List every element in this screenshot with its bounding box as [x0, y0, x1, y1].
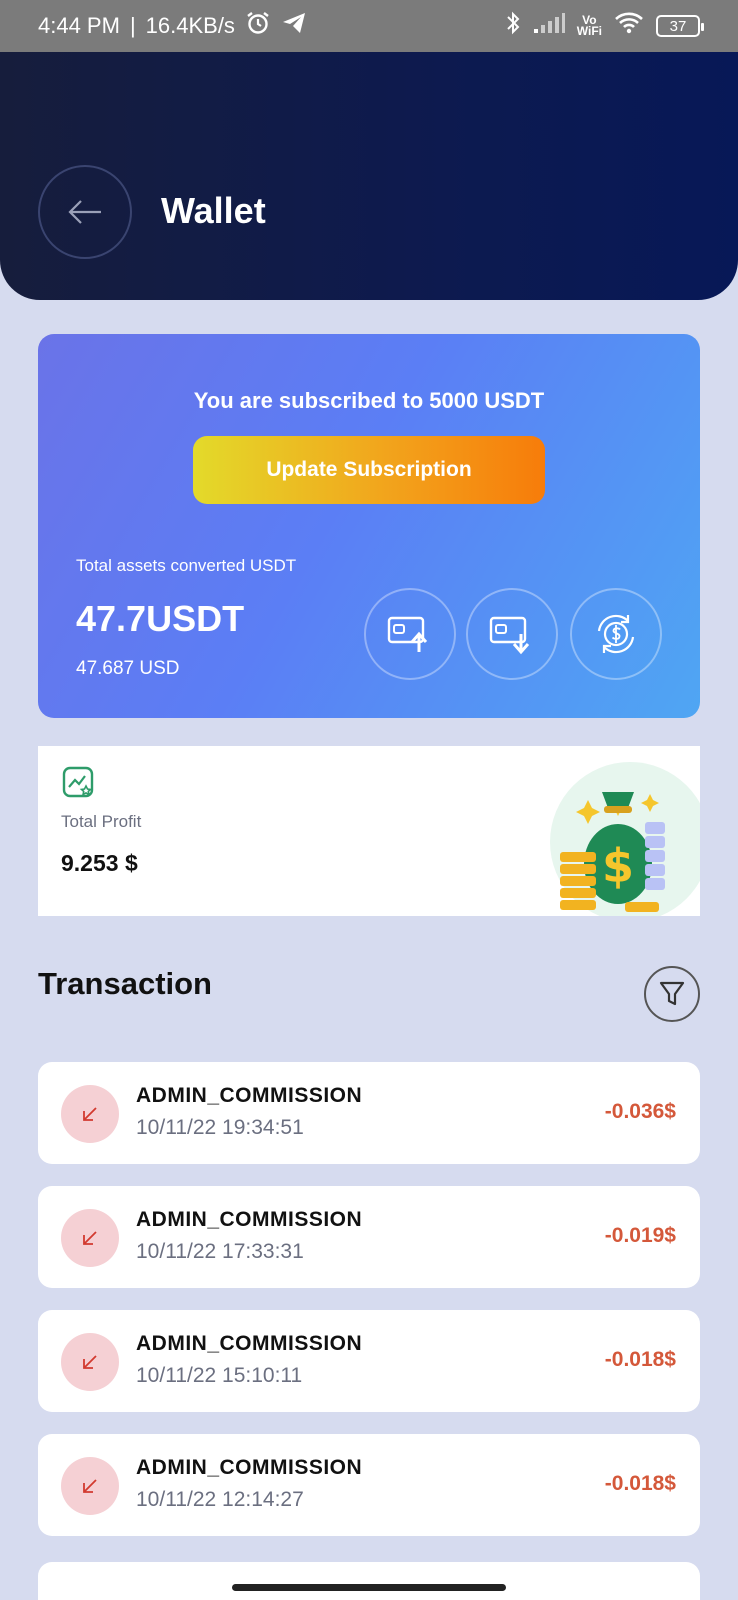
- transaction-type: ADMIN_COMMISSION: [136, 1332, 363, 1355]
- status-bar: 4:44 PM | 16.4KB/s Vo WiFi 37: [0, 0, 738, 52]
- vowifi-bottom: WiFi: [576, 24, 602, 38]
- alarm-icon: [245, 10, 271, 42]
- chart-star-icon: [62, 766, 94, 798]
- transaction-item[interactable]: ADMIN_COMMISSION 10/11/22 19:34:51 -0.03…: [38, 1062, 700, 1164]
- header: Wallet: [0, 52, 738, 300]
- exchange-button[interactable]: [570, 588, 662, 680]
- transaction-amount: -0.036$: [604, 1100, 676, 1123]
- transaction-list: ADMIN_COMMISSION 10/11/22 19:34:51 -0.03…: [38, 1062, 700, 1558]
- dollar-cycle-icon: [597, 614, 635, 654]
- subscription-text: You are subscribed to 5000 USDT: [193, 388, 545, 413]
- profit-label: Total Profit: [61, 812, 142, 831]
- filter-button[interactable]: [644, 966, 700, 1022]
- deposit-button[interactable]: [466, 588, 558, 680]
- arrow-down-left-icon: [61, 1209, 119, 1267]
- balance-card: You are subscribed to 5000 USDT Update S…: [38, 334, 700, 718]
- profit-value: 9.253 $: [61, 850, 138, 876]
- arrow-down-left-icon: [61, 1085, 119, 1143]
- page-title: Wallet: [161, 190, 266, 231]
- status-time: 4:44 PM: [38, 13, 120, 38]
- profit-card: Total Profit 9.253 $ $: [38, 746, 700, 916]
- wallet-upload-icon: [387, 616, 428, 652]
- status-left: 4:44 PM | 16.4KB/s: [38, 10, 307, 42]
- transaction-item[interactable]: ADMIN_COMMISSION 10/11/22 17:33:31 -0.01…: [38, 1186, 700, 1288]
- transaction-type: ADMIN_COMMISSION: [136, 1456, 363, 1479]
- vowifi-indicator: Vo WiFi: [576, 14, 602, 38]
- transaction-type: ADMIN_COMMISSION: [136, 1084, 363, 1107]
- bluetooth-icon: [505, 10, 521, 42]
- transaction-date: 10/11/22 15:10:11: [136, 1364, 303, 1387]
- arrow-down-left-icon: [61, 1457, 119, 1515]
- transaction-date: 10/11/22 17:33:31: [136, 1240, 304, 1263]
- transaction-type: ADMIN_COMMISSION: [136, 1208, 363, 1231]
- svg-text:$: $: [602, 839, 634, 893]
- arrow-left-icon: [68, 200, 101, 224]
- transaction-item[interactable]: ADMIN_COMMISSION 10/11/22 15:10:11 -0.01…: [38, 1310, 700, 1412]
- signal-icon: [533, 12, 565, 40]
- wallet-download-icon: [489, 616, 530, 655]
- money-bag-illustration: $: [550, 762, 700, 916]
- transaction-amount: -0.018$: [604, 1472, 676, 1495]
- transaction-date: 10/11/22 19:34:51: [136, 1116, 304, 1139]
- battery-indicator: 37: [656, 15, 704, 37]
- wifi-icon: [614, 11, 644, 41]
- assets-amount: 47.7USDT: [76, 598, 245, 639]
- home-indicator[interactable]: [232, 1584, 506, 1591]
- update-subscription-button[interactable]: Update Subscription: [193, 436, 545, 504]
- assets-label: Total assets converted USDT: [76, 556, 297, 575]
- transaction-item[interactable]: ADMIN_COMMISSION 10/11/22 12:14:27 -0.01…: [38, 1434, 700, 1536]
- transactions-title: Transaction: [38, 966, 212, 1001]
- telegram-icon: [281, 11, 307, 41]
- status-separator: |: [129, 13, 136, 38]
- transaction-item-partial[interactable]: [38, 1562, 700, 1600]
- back-button[interactable]: [38, 165, 132, 259]
- network-speed: 16.4KB/s: [145, 13, 235, 38]
- transaction-amount: -0.018$: [604, 1348, 676, 1371]
- transaction-amount: -0.019$: [604, 1224, 676, 1247]
- transaction-date: 10/11/22 12:14:27: [136, 1488, 304, 1511]
- status-right: Vo WiFi 37: [505, 10, 704, 42]
- withdraw-button[interactable]: [364, 588, 456, 680]
- filter-funnel-icon: [659, 981, 685, 1006]
- arrow-down-left-icon: [61, 1333, 119, 1391]
- assets-usd: 47.687 USD: [76, 658, 180, 679]
